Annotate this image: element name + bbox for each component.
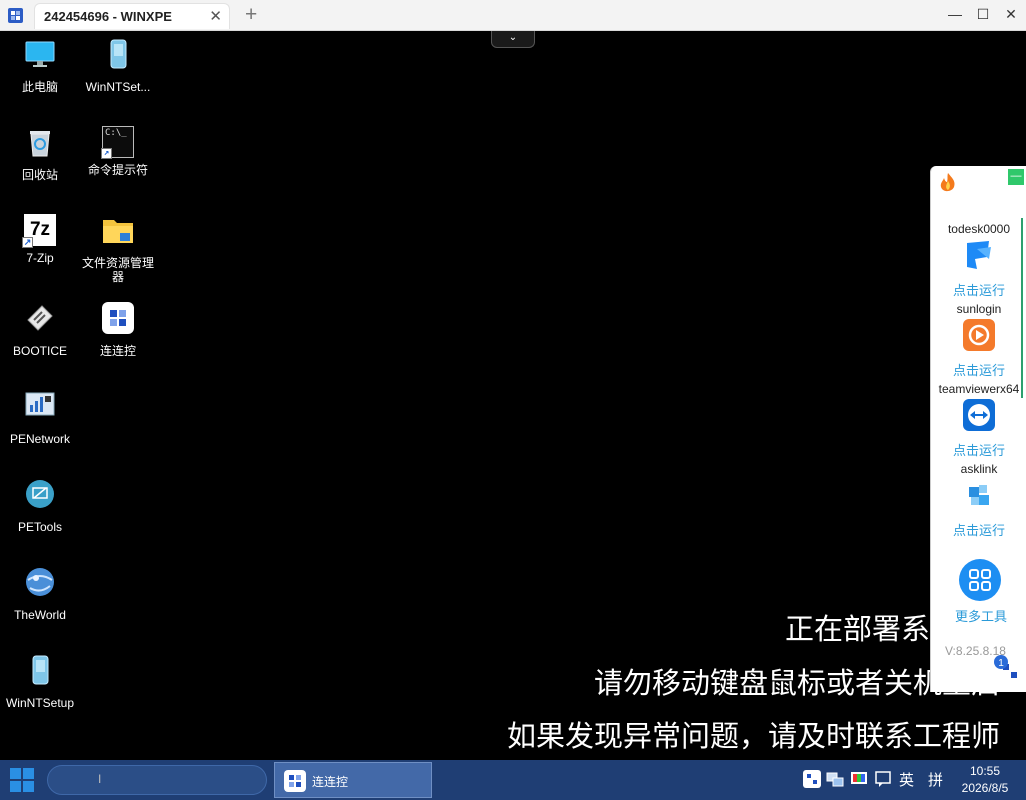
asklink-icon <box>969 485 989 505</box>
desktop-icon-petools[interactable]: PETools <box>0 478 80 534</box>
sunlogin-icon <box>963 319 995 351</box>
flame-logo-icon <box>940 173 955 192</box>
minimize-button[interactable]: — <box>945 6 965 22</box>
deploy-status-line3: 如果发现异常问题，请及时联系工程师 <box>506 719 1000 753</box>
desktop-icon-winntsetup-short[interactable]: WinNTSet... <box>78 38 158 94</box>
tool-name: teamviewerx64 <box>938 382 1020 396</box>
desktop-icon-label: WinNTSet... <box>85 80 151 94</box>
setup-icon <box>32 655 49 685</box>
clock-time: 10:55 <box>969 764 1001 778</box>
tool-name: sunlogin <box>956 302 1002 316</box>
desktop-icon-label: 回收站 <box>21 168 58 182</box>
desktop-icon-label: 此电脑 <box>21 80 58 94</box>
notification-badge: 1 <box>998 658 1004 669</box>
notification-widget[interactable]: 1 <box>993 654 1023 684</box>
folder-icon <box>103 220 133 243</box>
grid-icon <box>969 569 991 591</box>
windows-logo-tile <box>23 781 34 792</box>
remote-desktop-window: 242454696 - WINXPE ✕ + — ☐ ✕ ⌄ 此电脑 回收站 7… <box>0 0 1026 800</box>
windows-logo-tile <box>23 768 34 779</box>
desktop-icon-winntsetup[interactable]: WinNTSetup <box>0 654 80 710</box>
clock-date: 2026/8/5 <box>961 781 1009 795</box>
desktop-icon-label: BOOTICE <box>12 344 67 358</box>
petools-icon <box>26 480 54 508</box>
desktop-icon-label: PETools <box>17 520 63 534</box>
lianliankong-icon <box>284 770 306 792</box>
desktop-icon-cmd[interactable]: C:\_ ↗ 命令提示符 <box>78 126 158 177</box>
network-icon <box>25 392 55 416</box>
desktop-icon-label: 7-Zip <box>26 251 54 265</box>
desktop-icon-file-explorer[interactable]: 文件资源管理器 <box>78 214 158 284</box>
desktop-icon-label: 文件资源管理器 <box>81 256 154 284</box>
chevron-down-icon: ⌄ <box>508 32 518 43</box>
lianliankong-icon <box>102 302 134 334</box>
close-window-button[interactable]: ✕ <box>1001 6 1021 23</box>
desktop-icon-label: TheWorld <box>14 608 66 622</box>
windows-logo-tile <box>10 781 21 792</box>
computer-icon <box>25 41 55 67</box>
desktop-icon-recycle-bin[interactable]: 回收站 <box>0 126 80 182</box>
desktop-icon-theworld[interactable]: TheWorld <box>0 566 80 622</box>
tool-name: asklink <box>960 462 998 476</box>
setup-icon <box>110 39 127 69</box>
tool-name: todesk0000 <box>947 222 1011 236</box>
app-logo-icon <box>8 8 23 23</box>
start-button[interactable] <box>10 768 34 792</box>
taskbar: I 连连控 英 拼 10:55 2026/8/5 <box>0 760 1026 800</box>
desktop-icon-label: 命令提示符 <box>87 163 148 177</box>
tool-run-button[interactable]: 点击运行 <box>931 360 1026 379</box>
lianliankong-tray-icon: 1 <box>994 655 1021 682</box>
desktop-icon-label: PENetwork <box>9 432 71 446</box>
desktop-icon-7zip[interactable]: 7z ↗ 7-Zip <box>0 214 80 265</box>
tab-remote-session[interactable]: 242454696 - WINXPE ✕ <box>34 3 230 29</box>
message-tray-icon[interactable] <box>874 770 892 788</box>
collapse-toolbar-button[interactable]: ⌄ <box>491 31 535 48</box>
panel-minimize-button[interactable]: — <box>1008 169 1024 185</box>
shortcut-arrow-icon: ↗ <box>22 237 33 248</box>
display-color-tray-icon[interactable] <box>850 770 868 788</box>
desktop-icon-label: WinNTSetup <box>5 696 75 710</box>
taskbar-item-lianliankong[interactable]: 连连控 <box>274 762 432 798</box>
taskbar-item-label: 连连控 <box>312 775 349 789</box>
cmd-icon: C:\_ ↗ <box>101 126 134 159</box>
maximize-button[interactable]: ☐ <box>973 6 993 23</box>
taskbar-search-input[interactable]: I <box>47 765 267 795</box>
taskbar-clock[interactable]: 10:55 2026/8/5 <box>950 763 1020 797</box>
tool-teamviewer[interactable]: teamviewerx64 点击运行 <box>931 382 1026 459</box>
network-tray-icon[interactable] <box>826 770 844 788</box>
new-tab-button[interactable]: + <box>245 4 257 26</box>
recycle-bin-icon <box>30 131 50 157</box>
tool-asklink[interactable]: asklink 点击运行 <box>931 462 1026 539</box>
ime-language-indicator[interactable]: 英 <box>899 769 914 790</box>
desktop-icon-this-pc[interactable]: 此电脑 <box>0 38 80 94</box>
title-bar: 242454696 - WINXPE ✕ + — ☐ ✕ <box>0 0 1026 31</box>
desktop-icon-label: 连连控 <box>99 344 136 358</box>
tool-sunlogin[interactable]: sunlogin 点击运行 <box>931 302 1026 379</box>
text-cursor-icon: I <box>98 772 102 786</box>
deploy-status-line1: 正在部署系 <box>784 612 930 646</box>
tab-title: 242454696 - WINXPE <box>44 9 172 24</box>
ime-mode-indicator[interactable]: 拼 <box>928 769 943 790</box>
remote-tools-panel: — todesk0000 点击运行 sunlogin 点击运行 teamview… <box>930 166 1026 692</box>
desktop-icon-penetwork[interactable]: PENetwork <box>0 390 80 446</box>
desktop-icon-bootice[interactable]: BOOTICE <box>0 302 80 358</box>
browser-icon <box>26 568 54 596</box>
more-tools-button[interactable] <box>959 559 1001 601</box>
todesk-icon <box>967 241 991 269</box>
tool-todesk[interactable]: todesk0000 点击运行 <box>931 222 1026 299</box>
bootice-icon <box>27 305 53 331</box>
more-tools-label[interactable]: 更多工具 <box>931 606 1026 625</box>
lianliankong-tray-icon[interactable] <box>803 770 821 788</box>
tool-run-button[interactable]: 点击运行 <box>931 440 1026 459</box>
tool-run-button[interactable]: 点击运行 <box>931 520 1026 539</box>
tool-run-button[interactable]: 点击运行 <box>931 280 1026 299</box>
teamviewer-icon <box>963 399 995 431</box>
shortcut-arrow-icon: ↗ <box>101 148 112 159</box>
7zip-icon: 7z ↗ <box>22 214 56 248</box>
close-tab-icon[interactable]: ✕ <box>209 7 222 25</box>
windows-logo-icon <box>10 768 21 779</box>
desktop-icon-lianliankong[interactable]: 连连控 <box>78 302 158 358</box>
